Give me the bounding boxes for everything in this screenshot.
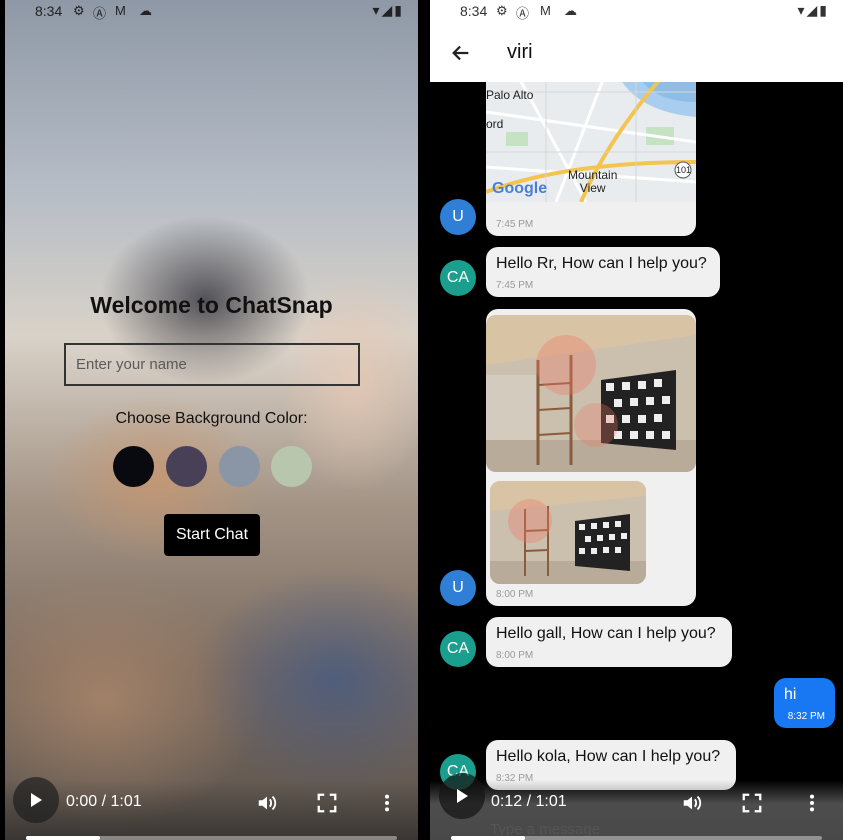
message-list[interactable]: U Palo Alto ord Mountain View Google 101… (430, 82, 843, 840)
map-message[interactable]: Palo Alto ord Mountain View Google 101 7… (486, 82, 696, 236)
map-image[interactable]: Palo Alto ord Mountain View Google 101 (486, 82, 696, 202)
status-bar: 8:34 ⚙ Ⓐ M ☁ ▾◢▮ (5, 0, 418, 22)
settings-icon: ⚙ (496, 3, 508, 18)
message-text: Hello kola, How can I help you? (496, 748, 721, 765)
play-button[interactable] (13, 777, 59, 823)
play-button[interactable] (439, 773, 485, 819)
swatch-gray-blue[interactable] (219, 446, 260, 487)
volume-icon[interactable] (256, 792, 278, 814)
mail-icon: M (540, 3, 551, 18)
chat-screen: 8:34 ⚙ Ⓐ M ☁ ▾◢▮ viri U Palo Alto ord Mo… (430, 0, 843, 840)
map-label-ord: ord (486, 117, 504, 131)
swatch-purple[interactable] (166, 446, 207, 487)
swatch-black[interactable] (113, 446, 154, 487)
play-icon (457, 789, 468, 803)
message-text: Hello gall, How can I help you? (496, 625, 716, 642)
app-a-icon: Ⓐ (516, 6, 530, 21)
video-controls: 0:00 / 1:01 (5, 777, 418, 840)
chat-title: viri (507, 41, 533, 63)
fullscreen-icon[interactable] (316, 792, 338, 814)
start-chat-button[interactable]: Start Chat (164, 514, 260, 556)
room-image-2[interactable] (490, 481, 646, 584)
signal-battery-icon: ▾◢▮ (372, 2, 404, 18)
avatar: U (440, 570, 476, 606)
swatch-green[interactable] (271, 446, 312, 487)
mail-icon: M (115, 3, 126, 18)
status-bar: 8:34 ⚙ Ⓐ M ☁ ▾◢▮ (430, 0, 843, 30)
chat-app-bar: viri (430, 30, 843, 83)
app-a-icon: Ⓐ (93, 6, 107, 21)
video-progress-bar[interactable] (26, 836, 397, 840)
avatar: CA (440, 260, 476, 296)
back-arrow-icon[interactable] (450, 42, 472, 64)
cloud-icon: ☁ (139, 3, 152, 18)
status-time: 8:34 (460, 3, 488, 19)
video-time: 0:12 / 1:01 (491, 793, 567, 810)
message-text: Hello Rr, How can I help you? (496, 255, 707, 272)
image-message[interactable]: 8:00 PM (486, 309, 696, 606)
color-swatches (113, 446, 313, 488)
status-time: 8:34 (35, 3, 63, 19)
video-time: 0:00 / 1:01 (66, 793, 142, 810)
map-label-mountain-view: Mountain View (568, 168, 618, 195)
video-progress-fill (26, 836, 101, 840)
map-label-highway: 101 (676, 165, 692, 175)
avatar: CA (440, 631, 476, 667)
video-progress-fill (451, 836, 526, 840)
video-controls: 0:12 / 1:01 Type a message (430, 773, 843, 840)
message-text: hi (784, 686, 797, 703)
message-time: 8:00 PM (496, 650, 534, 661)
video-progress-bar[interactable] (451, 836, 822, 840)
message-time: 7:45 PM (496, 280, 534, 291)
room-image-1[interactable] (486, 315, 696, 472)
settings-icon: ⚙ (73, 3, 85, 18)
cloud-icon: ☁ (564, 3, 577, 18)
welcome-title: Welcome to ChatSnap (90, 292, 333, 318)
name-input[interactable] (64, 343, 360, 386)
fullscreen-icon[interactable] (741, 792, 763, 814)
more-options-icon[interactable] (801, 792, 823, 814)
message-time: 8:00 PM (496, 589, 534, 600)
received-message[interactable]: Hello Rr, How can I help you? 7:45 PM (486, 247, 720, 297)
received-message[interactable]: Hello gall, How can I help you? 8:00 PM (486, 617, 732, 667)
welcome-screen: 8:34 ⚙ Ⓐ M ☁ ▾◢▮ Welcome to ChatSnap Cho… (5, 0, 418, 840)
avatar: U (440, 199, 476, 235)
sent-message[interactable]: hi 8:32 PM (774, 678, 835, 728)
signal-battery-icon: ▾◢▮ (797, 2, 829, 18)
message-time: 8:32 PM (787, 711, 825, 722)
google-logo: Google (492, 180, 548, 197)
more-options-icon[interactable] (376, 792, 398, 814)
message-time: 7:45 PM (496, 219, 534, 230)
volume-icon[interactable] (681, 792, 703, 814)
map-label-palo-alto: Palo Alto (486, 88, 534, 102)
color-label: Choose Background Color: (115, 410, 308, 427)
play-icon (31, 793, 42, 807)
